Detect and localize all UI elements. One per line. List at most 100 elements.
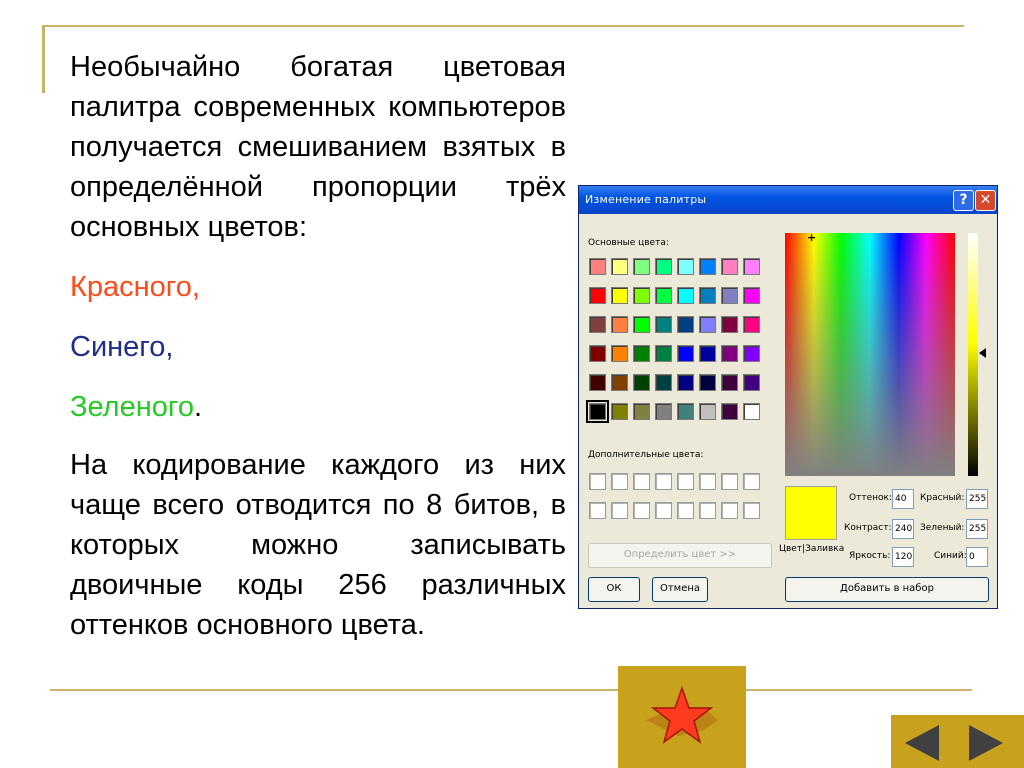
basic-color-swatch[interactable] [721,316,738,333]
red-field[interactable]: 255 [966,489,988,509]
basic-color-swatch[interactable] [677,345,694,362]
custom-color-swatch[interactable] [721,502,738,519]
custom-color-swatch[interactable] [633,502,650,519]
basic-color-swatch[interactable] [611,287,628,304]
basic-color-swatch[interactable] [655,287,672,304]
basic-color-swatch[interactable] [721,403,738,420]
basic-color-swatch[interactable] [677,316,694,333]
basic-color-swatch[interactable] [633,316,650,333]
basic-color-swatch[interactable] [633,258,650,275]
blue-field[interactable]: 0 [966,547,988,567]
custom-color-swatch[interactable] [655,502,672,519]
intro-paragraph: Необычайно богатая цветовая палитра совр… [70,51,566,243]
forward-arrow-icon[interactable] [969,725,1003,761]
color-green-word: Зеленого [70,391,194,423]
dialog-title: Изменение палитры [585,193,707,206]
basic-color-swatch[interactable] [655,374,672,391]
basic-color-swatch[interactable] [633,345,650,362]
custom-color-swatch[interactable] [721,473,738,490]
slide-left-rule [42,25,45,93]
luminance-field[interactable]: 120 [892,547,914,567]
color-blue-line: Синего, [70,331,174,363]
basic-color-swatch[interactable] [677,258,694,275]
star-icon [646,685,718,744]
basic-color-swatch[interactable] [677,403,694,420]
basic-color-swatch[interactable] [633,374,650,391]
color-preview [785,486,837,540]
coding-paragraph: На кодирование каждого из них чаще всего… [70,449,566,641]
basic-color-swatch[interactable] [589,258,606,275]
close-icon[interactable]: ✕ [975,190,996,211]
green-field[interactable]: 255 [966,519,988,539]
navigation-buttons [891,715,1024,768]
custom-color-swatch[interactable] [633,473,650,490]
basic-color-swatch[interactable] [589,374,606,391]
custom-color-swatch[interactable] [611,473,628,490]
red-label: Красный: [920,493,965,503]
custom-color-swatch[interactable] [589,502,606,519]
crosshair-icon: + [807,231,817,244]
custom-color-swatch[interactable] [677,502,694,519]
help-icon[interactable]: ? [953,190,974,211]
custom-color-swatch[interactable] [611,502,628,519]
basic-color-swatch[interactable] [611,403,628,420]
basic-color-swatch[interactable] [743,403,760,420]
basic-color-swatch[interactable] [589,316,606,333]
basic-color-swatch[interactable] [611,345,628,362]
basic-colors-label: Основные цвета: [588,238,669,248]
basic-color-swatch[interactable] [633,403,650,420]
dialog-titlebar[interactable]: Изменение палитры ? ✕ [579,186,997,214]
ok-button[interactable]: ОК [588,577,640,602]
basic-color-swatch[interactable] [699,316,716,333]
custom-color-swatch[interactable] [743,502,760,519]
basic-color-swatch[interactable] [699,287,716,304]
basic-color-swatch[interactable] [655,403,672,420]
basic-color-swatch[interactable] [721,374,738,391]
custom-color-swatch[interactable] [655,473,672,490]
basic-color-swatch[interactable] [699,345,716,362]
custom-color-swatch[interactable] [589,473,606,490]
basic-color-swatch[interactable] [589,287,606,304]
basic-color-swatch[interactable] [633,287,650,304]
basic-color-swatch[interactable] [743,345,760,362]
hue-label: Оттенок: [849,493,892,503]
back-arrow-icon[interactable] [905,725,939,761]
basic-color-swatch[interactable] [721,258,738,275]
custom-color-swatch[interactable] [699,473,716,490]
basic-color-swatch[interactable] [721,287,738,304]
basic-color-swatch[interactable] [721,345,738,362]
slide-bottom-rule [50,689,972,691]
basic-color-swatch[interactable] [699,403,716,420]
basic-color-swatch[interactable] [699,258,716,275]
add-to-custom-colors-button[interactable]: Добавить в набор [785,577,989,602]
custom-color-swatch[interactable] [743,473,760,490]
hue-field[interactable]: 40 [892,489,914,509]
basic-color-swatch[interactable] [655,316,672,333]
luminance-slider-arrow-icon[interactable] [979,348,986,358]
basic-color-swatch[interactable] [677,287,694,304]
saturation-field[interactable]: 240 [892,519,914,539]
basic-color-swatch[interactable] [611,374,628,391]
cancel-button[interactable]: Отмена [652,577,708,602]
edit-palette-dialog: Изменение палитры ? ✕ Основные цвета: До… [578,185,998,609]
basic-color-swatch[interactable] [743,316,760,333]
basic-color-swatch[interactable] [743,258,760,275]
basic-color-swatch[interactable] [699,374,716,391]
basic-color-swatch[interactable] [611,258,628,275]
basic-color-swatch[interactable] [611,316,628,333]
basic-color-swatch[interactable] [655,258,672,275]
define-custom-color-button[interactable]: Определить цвет >> [588,543,772,568]
basic-color-swatch[interactable] [586,400,609,423]
basic-color-swatch[interactable] [677,374,694,391]
basic-color-swatch[interactable] [655,345,672,362]
blue-label: Синий: [934,551,967,561]
custom-color-swatch[interactable] [677,473,694,490]
home-star-button[interactable] [618,666,746,768]
color-fill-label: Цвет|Заливка [779,544,845,554]
basic-color-swatch[interactable] [743,374,760,391]
basic-color-swatch[interactable] [589,345,606,362]
custom-color-swatch[interactable] [699,502,716,519]
basic-color-swatch[interactable] [743,287,760,304]
color-spectrum[interactable] [785,233,955,476]
luminance-bar[interactable] [968,233,978,476]
